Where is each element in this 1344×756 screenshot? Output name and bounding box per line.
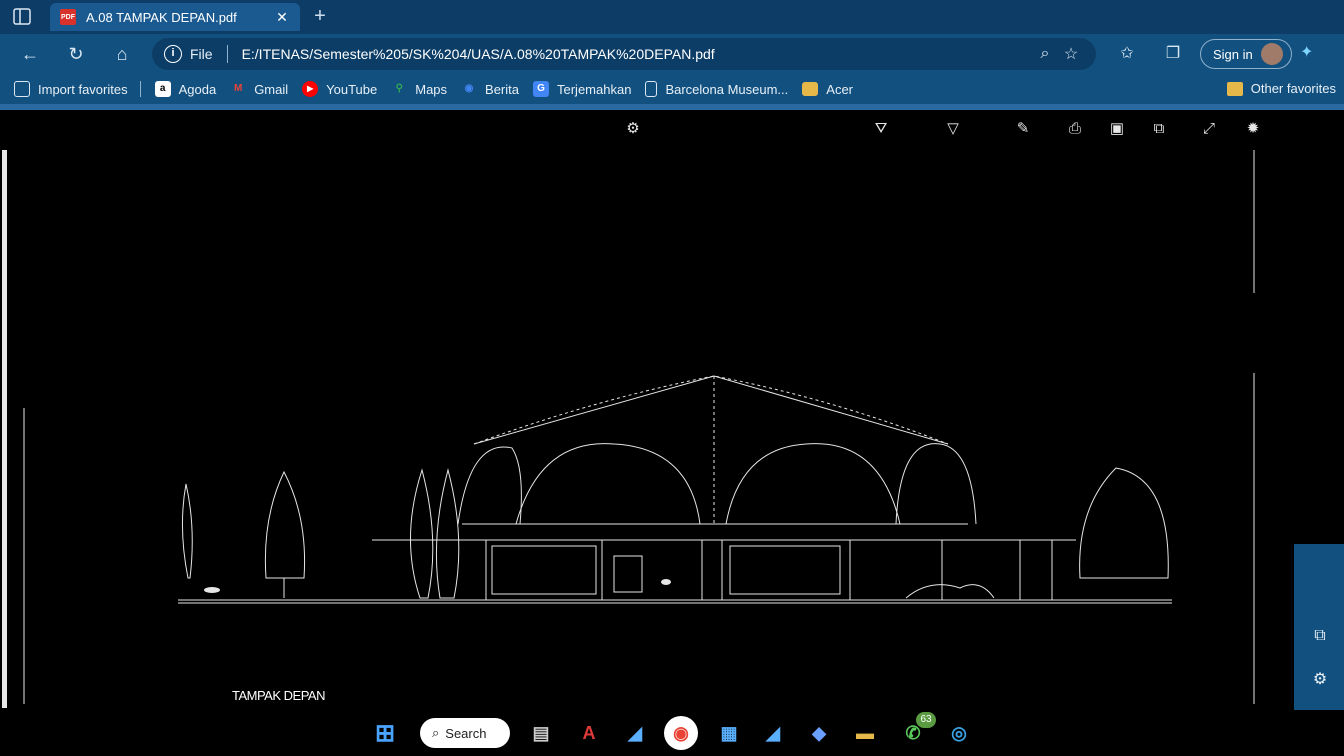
other-favorites[interactable]: Other favorites [1226, 81, 1336, 96]
settings-icon[interactable]: ✹ [1240, 118, 1266, 140]
page-icon [645, 81, 658, 97]
divider [139, 81, 141, 97]
bookmark-label: Import favorites [38, 81, 128, 97]
app-icon[interactable]: ◢ [756, 716, 790, 750]
gmail-icon: M [234, 83, 243, 94]
autocad-icon[interactable]: A [572, 716, 606, 750]
other-favorites-label: Other favorites [1250, 81, 1336, 96]
front-elevation-drawing [23, 150, 1255, 704]
file-explorer-icon[interactable]: ▬ [848, 716, 882, 750]
chrome-icon[interactable]: ◉ [664, 716, 698, 750]
tab-strip: PDF A.08 TAMPAK DEPAN.pdf ✕ + [0, 0, 1344, 34]
favorites-icon[interactable]: ✩ [1114, 42, 1140, 66]
bookmark-label: Acer [826, 81, 854, 97]
youtube-icon: ▶ [302, 81, 319, 97]
drawing-caption: TAMPAK DEPAN [232, 688, 325, 703]
sign-in-button[interactable]: Sign in [1200, 39, 1292, 69]
info-icon[interactable]: i [164, 45, 182, 63]
start-icon[interactable]: ⊞ [368, 716, 402, 750]
refresh-button[interactable]: ↻ [62, 41, 90, 67]
taskbar: ⊞ ⌕ Search ▤ A ◢ ◉ ▦ ◢ ◆ ▬ ✆ 63 ◎ [0, 710, 1344, 756]
zoom-icon[interactable]: ⌕ [1032, 45, 1058, 63]
whatsapp-icon[interactable]: ✆ 63 [896, 712, 936, 750]
bookmark-berita[interactable]: ◉ Berita [461, 81, 519, 97]
add-favorite-icon[interactable]: ☆ [1058, 44, 1084, 64]
print-icon[interactable]: ⎙ [1062, 118, 1088, 140]
bookmark-maps[interactable]: ⚲ Maps [391, 81, 447, 97]
app-icon[interactable]: ◢ [618, 716, 652, 750]
bookmark-label: Barcelona Museum... [665, 81, 789, 97]
highlight-icon[interactable]: ▽ [940, 118, 966, 140]
sign-in-label: Sign in [1213, 46, 1253, 62]
printer-app-icon[interactable]: ▤ [524, 716, 558, 750]
back-button[interactable]: ← [16, 41, 44, 67]
bookmark-label: Agoda [178, 81, 217, 97]
copilot-icon[interactable]: ✦ [1300, 42, 1313, 62]
bookmark-agoda[interactable]: a Agoda [154, 81, 217, 97]
sketchup-icon[interactable]: ▦ [712, 716, 746, 750]
folder-icon [802, 82, 819, 96]
tab-pdf-document[interactable]: PDF A.08 TAMPAK DEPAN.pdf ✕ [50, 3, 300, 31]
bookmark-label: Berita [485, 81, 519, 97]
news-icon: ◉ [464, 83, 474, 94]
address-bar[interactable]: i File E:/ITENAS/Semester%205/SK%204/UAS… [152, 38, 1096, 70]
url-text[interactable]: E:/ITENAS/Semester%205/SK%204/UAS/A.08%2… [242, 46, 1032, 62]
folder-icon [1226, 81, 1243, 96]
save-as-icon[interactable]: ⧉ [1146, 118, 1172, 140]
tab-title: A.08 TAMPAK DEPAN.pdf [86, 9, 237, 25]
maps-icon: ⚲ [395, 83, 403, 94]
side-panel: ⧉ ⚙ [1294, 544, 1344, 710]
sidebar-app-icon[interactable]: ⧉ [1308, 624, 1332, 648]
bookmarks-bar: Import favorites a Agoda M Gmail ▶ YouTu… [0, 74, 1344, 104]
file-scheme-label: File [190, 46, 213, 62]
search-label: Search [445, 725, 487, 741]
filter-icon[interactable]: ⛛ [868, 118, 894, 140]
bookmark-terjemahkan[interactable]: G Terjemahkan [533, 81, 631, 97]
home-button[interactable]: ⌂ [108, 41, 136, 67]
navigation-bar: ← ↻ ⌂ i File E:/ITENAS/Semester%205/SK%2… [0, 34, 1344, 74]
bookmark-label: Gmail [254, 81, 289, 97]
search-icon: ⌕ [432, 725, 440, 740]
fullscreen-icon[interactable]: ⤢ [1196, 118, 1222, 140]
edge-icon[interactable]: ◎ [942, 716, 976, 750]
bookmark-import-favorites[interactable]: Import favorites [14, 81, 128, 97]
collections-icon[interactable]: ❐ [1160, 42, 1186, 66]
bookmark-acer-folder[interactable]: Acer [802, 82, 853, 97]
read-aloud-icon[interactable]: ⚙ [620, 118, 646, 140]
bookmark-label: Terjemahkan [557, 81, 632, 97]
bookmark-youtube[interactable]: ▶ YouTube [302, 81, 377, 97]
sidebar-settings-icon[interactable]: ⚙ [1308, 668, 1332, 692]
bookmark-label: YouTube [326, 81, 378, 97]
tab-actions-icon[interactable] [12, 7, 34, 27]
pdf-file-icon: PDF [60, 9, 76, 25]
translate-icon: G [533, 81, 549, 97]
taskbar-search[interactable]: ⌕ Search [420, 718, 510, 748]
new-tab-button[interactable]: + [308, 4, 332, 28]
notification-badge: 63 [916, 712, 936, 728]
divider [226, 45, 228, 63]
agoda-icon: a [154, 81, 171, 97]
app-icon[interactable]: ◆ [802, 716, 836, 750]
pdf-toolbar: ⚙ ⛛ ▽ ✎ ⎙ ▣ ⧉ ⤢ ✹ [0, 110, 1344, 148]
erase-icon[interactable]: ✎ [1010, 118, 1036, 140]
bookmark-label: Maps [415, 81, 448, 97]
import-icon [14, 81, 30, 97]
avatar [1260, 43, 1283, 65]
bookmark-gmail[interactable]: M Gmail [230, 81, 288, 97]
save-icon[interactable]: ▣ [1104, 118, 1130, 140]
bookmark-barcelona-museum[interactable]: Barcelona Museum... [645, 81, 788, 97]
close-tab-icon[interactable]: ✕ [274, 9, 290, 26]
